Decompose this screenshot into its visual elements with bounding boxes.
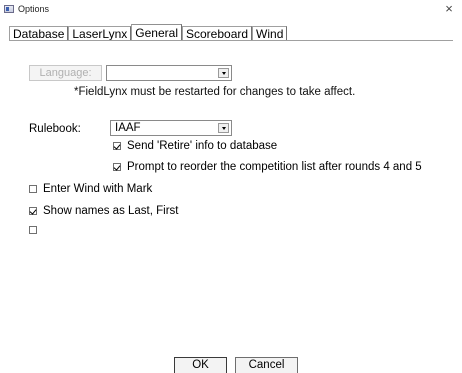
- rulebook-value: IAAF: [115, 122, 141, 134]
- tab-divider: [9, 40, 453, 41]
- window-title: Options: [18, 4, 50, 14]
- cancel-button[interactable]: Cancel: [235, 357, 298, 373]
- app-icon: [4, 5, 14, 13]
- wind-with-mark-option[interactable]: Enter Wind with Mark: [29, 183, 152, 195]
- prompt-reorder-checkbox[interactable]: [113, 163, 121, 171]
- chevron-down-icon[interactable]: [218, 123, 229, 133]
- rulebook-select[interactable]: IAAF: [110, 120, 232, 136]
- chevron-down-icon[interactable]: [218, 68, 229, 78]
- wind-with-mark-label: Enter Wind with Mark: [43, 183, 153, 195]
- send-retire-label: Send 'Retire' info to database: [127, 140, 278, 152]
- tab-laserlynx[interactable]: LaserLynx: [68, 26, 132, 41]
- unlabeled-checkbox[interactable]: [29, 226, 37, 234]
- language-select[interactable]: [106, 65, 232, 81]
- restart-note: *FieldLynx must be restarted for changes…: [74, 86, 356, 98]
- wind-with-mark-checkbox[interactable]: [29, 185, 37, 193]
- language-button: Language:: [29, 65, 102, 81]
- tab-scoreboard[interactable]: Scoreboard: [182, 26, 253, 41]
- tab-database[interactable]: Database: [9, 26, 69, 41]
- tab-general[interactable]: General: [131, 24, 182, 41]
- names-last-first-label: Show names as Last, First: [43, 205, 179, 217]
- names-last-first-checkbox[interactable]: [29, 207, 37, 215]
- prompt-reorder-option[interactable]: Prompt to reorder the competition list a…: [113, 161, 422, 173]
- ok-button[interactable]: OK: [174, 357, 227, 373]
- title-bar: Options ×: [0, 0, 462, 20]
- send-retire-option[interactable]: Send 'Retire' info to database: [113, 140, 277, 152]
- send-retire-checkbox[interactable]: [113, 142, 121, 150]
- rulebook-label: Rulebook:: [29, 123, 81, 135]
- prompt-reorder-label: Prompt to reorder the competition list a…: [127, 161, 422, 173]
- names-last-first-option[interactable]: Show names as Last, First: [29, 205, 179, 217]
- options-dialog: Options × Database LaserLynx General Sco…: [0, 0, 462, 373]
- tab-wind[interactable]: Wind: [252, 26, 288, 41]
- tab-strip: Database LaserLynx General Scoreboard Wi…: [9, 24, 288, 41]
- close-button[interactable]: ×: [442, 1, 456, 17]
- unlabeled-option[interactable]: [29, 226, 43, 234]
